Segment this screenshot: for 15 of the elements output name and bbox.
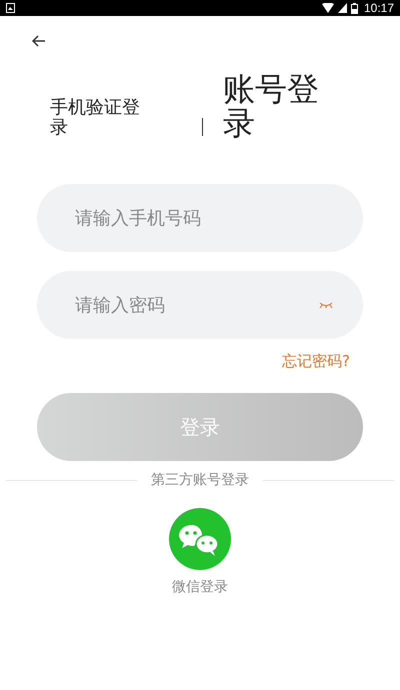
phone-field[interactable]: 请输入手机号码 [37,184,363,252]
login-tab[interactable]: 手机验证登录 [50,98,150,138]
back-arrow-icon [32,35,46,47]
notification-icon [6,3,15,13]
wechat-login-label: 微信登录 [172,578,228,596]
status-time: 10:17 [364,1,394,15]
closed-eye-icon[interactable] [319,302,333,308]
battery-icon [350,2,358,14]
login-tab[interactable]: 账号登录 [223,72,335,140]
signal-icon [338,3,347,13]
third-party-heading: 第三方账号登录 [151,471,249,489]
back-button[interactable] [30,33,48,49]
password-field[interactable]: 请输入密码 [37,271,363,339]
chat-bubbles-icon[interactable] [169,508,231,570]
wifi-icon [322,3,334,13]
